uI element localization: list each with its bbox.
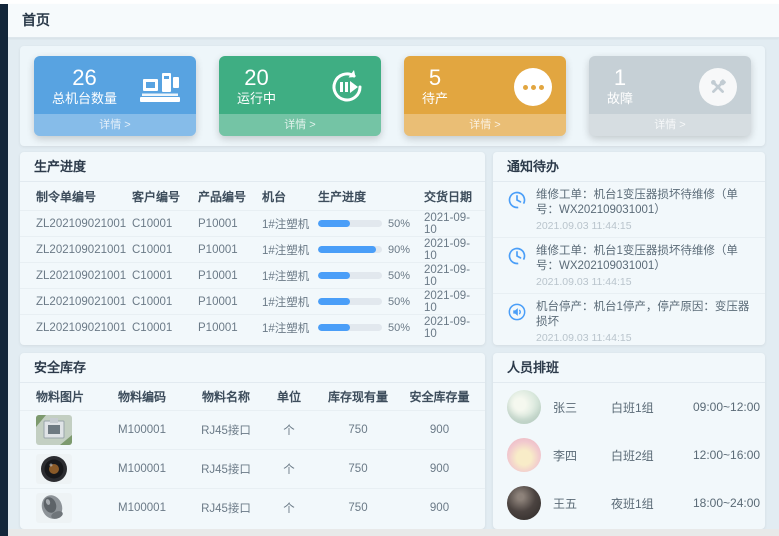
stat-card-running[interactable]: 20 运行中 详情 > bbox=[219, 56, 381, 136]
clock-icon bbox=[507, 244, 529, 288]
staff-time: 18:00~24:00 bbox=[693, 496, 760, 510]
progress-bar: 50% bbox=[318, 218, 424, 230]
staff-row: 王五 夜班1组 18:00~24:00 bbox=[493, 479, 765, 527]
table-row: ZL202109021001 C10001 P10001 1#注塑机 50% 2… bbox=[20, 210, 485, 236]
machine-icon bbox=[138, 69, 182, 105]
staff-time: 09:00~12:00 bbox=[693, 400, 760, 414]
table-header: 物料图片 物料编码 物料名称 单位 库存现有量 安全库存量 bbox=[20, 383, 485, 410]
running-value: 20 bbox=[237, 66, 276, 90]
table-row: ZL202109021001 C10001 P10001 1#注塑机 50% 2… bbox=[20, 262, 485, 288]
table-row: ZL202109021001 C10001 P10001 1#注塑机 50% 2… bbox=[20, 314, 485, 340]
notification-time: 2021.09.03 11:44:15 bbox=[536, 332, 755, 344]
total-machines-label: 总机台数量 bbox=[52, 90, 117, 108]
progress-bar: 50% bbox=[318, 296, 424, 308]
table-header: 制令单编号 客户编号 产品编号 机台 生产进度 交货日期 bbox=[20, 182, 485, 210]
tab-bar: 首页 bbox=[8, 4, 779, 38]
progress-bar: 90% bbox=[318, 244, 424, 256]
avatar bbox=[507, 438, 541, 472]
notification-time: 2021.09.03 11:44:15 bbox=[536, 276, 755, 288]
staff-name: 王五 bbox=[553, 495, 611, 512]
notification-text: 机台停产：机台1停产，停产原因：变压器损坏 bbox=[536, 300, 755, 330]
avatar bbox=[507, 390, 541, 424]
notifications-panel: 通知待办 维修工单：机台1变压器损坏待维修（单号：WX202109031001）… bbox=[493, 152, 765, 345]
detail-link[interactable]: 详情 > bbox=[589, 114, 751, 136]
stat-card-total-machines[interactable]: 26 总机台数量 详情 > bbox=[34, 56, 196, 136]
notification-text: 维修工单：机台1变压器损坏待维修（单号：WX202109031001） bbox=[536, 188, 755, 218]
notification-item: 维修工单：机台1变压器损坏待维修（单号：WX202109031001） 2021… bbox=[493, 182, 765, 238]
staff-name: 李四 bbox=[553, 447, 611, 464]
material-image-speaker-angle bbox=[36, 493, 72, 523]
avatar bbox=[507, 486, 541, 520]
notification-text: 维修工单：机台1变压器损坏待维修（单号：WX202109031001） bbox=[536, 244, 755, 274]
panel-title: 生产进度 bbox=[20, 152, 485, 182]
sidebar-collapsed-strip bbox=[0, 4, 8, 536]
table-row: M100001 RJ45接口 个 750 900 bbox=[20, 410, 485, 449]
staff-row: 张三 白班1组 09:00~12:00 bbox=[493, 383, 765, 431]
material-image-speaker bbox=[36, 454, 72, 484]
waiting-label: 待产 bbox=[422, 90, 448, 108]
staff-row: 李四 白班2组 12:00~16:00 bbox=[493, 431, 765, 479]
staff-schedule-panel: 人员排班 张三 白班1组 09:00~12:00 李四 白班2组 12:00~1… bbox=[493, 353, 765, 529]
staff-shift: 白班1组 bbox=[611, 399, 693, 416]
waiting-value: 5 bbox=[422, 66, 448, 90]
notification-item: 机台停产：机台1停产，停产原因：变压器损坏 2021.09.03 11:44:1… bbox=[493, 294, 765, 345]
material-image-rj45 bbox=[36, 415, 72, 445]
speaker-icon bbox=[507, 300, 529, 344]
progress-bar: 50% bbox=[318, 270, 424, 282]
stat-card-waiting[interactable]: 5 待产 详情 > bbox=[404, 56, 566, 136]
table-row: ZL202109021001 C10001 P10001 1#注塑机 90% 2… bbox=[20, 236, 485, 262]
running-icon bbox=[327, 67, 367, 107]
panel-title: 安全库存 bbox=[20, 353, 485, 383]
progress-bar: 50% bbox=[318, 322, 424, 334]
notification-time: 2021.09.03 11:44:15 bbox=[536, 220, 755, 232]
ellipsis-icon bbox=[514, 68, 552, 106]
stats-panel: 26 总机台数量 详情 > 20 运行中 bbox=[20, 46, 765, 146]
detail-link[interactable]: 详情 > bbox=[219, 114, 381, 136]
running-label: 运行中 bbox=[237, 90, 276, 108]
table-row: M100001 RJ45接口 个 750 900 bbox=[20, 488, 485, 527]
notification-item: 维修工单：机台1变压器损坏待维修（单号：WX202109031001） 2021… bbox=[493, 238, 765, 294]
fault-label: 故障 bbox=[607, 90, 633, 108]
production-progress-panel: 生产进度 制令单编号 客户编号 产品编号 机台 生产进度 交货日期 ZL2021… bbox=[20, 152, 485, 345]
total-machines-value: 26 bbox=[52, 66, 117, 90]
staff-time: 12:00~16:00 bbox=[693, 448, 760, 462]
horizontal-scrollbar[interactable] bbox=[8, 529, 779, 536]
safety-stock-panel: 安全库存 物料图片 物料编码 物料名称 单位 库存现有量 安全库存量 M1000… bbox=[20, 353, 485, 529]
clock-icon bbox=[507, 188, 529, 232]
detail-link[interactable]: 详情 > bbox=[404, 114, 566, 136]
panel-title: 人员排班 bbox=[493, 353, 765, 383]
panel-title: 通知待办 bbox=[493, 152, 765, 182]
tab-home[interactable]: 首页 bbox=[8, 4, 64, 37]
fault-value: 1 bbox=[607, 66, 633, 90]
table-row: ZL202109021001 C10001 P10001 1#注塑机 50% 2… bbox=[20, 288, 485, 314]
tools-icon bbox=[699, 68, 737, 106]
staff-shift: 夜班1组 bbox=[611, 495, 693, 512]
detail-link[interactable]: 详情 > bbox=[34, 114, 196, 136]
stat-card-fault[interactable]: 1 故障 详情 > bbox=[589, 56, 751, 136]
table-row: M100001 RJ45接口 个 750 900 bbox=[20, 449, 485, 488]
staff-name: 张三 bbox=[553, 399, 611, 416]
staff-shift: 白班2组 bbox=[611, 447, 693, 464]
